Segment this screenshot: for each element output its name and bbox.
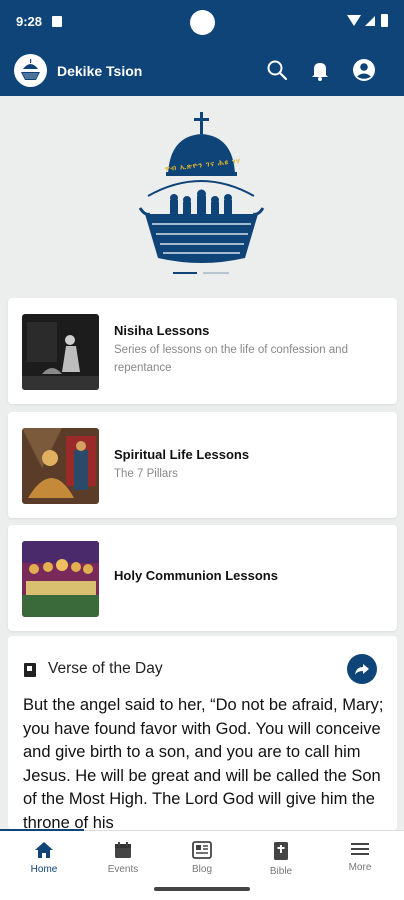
status-bar: 9:28 [0,0,404,44]
share-button[interactable] [347,654,377,684]
status-time: 9:28 [16,14,43,29]
nav-item-bible[interactable]: Bible [246,841,316,877]
share-icon [355,664,369,675]
lesson-title: Holy Communion Lessons [114,568,278,583]
church-logo-icon [14,54,47,87]
bible-icon [274,842,288,860]
lesson-subtitle: Series of lessons on the life of confess… [114,344,348,374]
lesson-card-spiritual[interactable]: Spiritual Life Lessons The 7 Pillars [8,412,397,518]
lesson-thumbnail [22,428,99,504]
nav-label: Blog [191,864,212,875]
wifi-icon [347,15,361,26]
status-icons [347,14,388,27]
lesson-card-holy-communion[interactable]: Holy Communion Lessons [8,525,397,631]
carousel-indicator [173,272,233,275]
hero-banner[interactable]: ዋብ ኢጽዮን ገና ሕዩ ገሃ [0,96,404,282]
sim-icon [52,16,62,27]
signal-icon [365,15,375,26]
lesson-title: Spiritual Life Lessons [114,447,250,462]
nav-item-more[interactable]: More [325,841,395,873]
app-logo[interactable] [14,54,47,87]
nav-item-events[interactable]: Events [88,841,158,875]
lesson-title: Nisiha Lessons [114,323,210,338]
search-icon[interactable] [264,57,290,83]
lesson-thumbnail [22,314,99,390]
nav-label: More [348,862,372,873]
verse-text: But the angel said to her, “Do not be af… [23,696,384,830]
lesson-subtitle: The 7 Pillars [114,468,178,480]
nav-label: Home [30,864,58,875]
gesture-home-bar[interactable] [154,887,250,891]
lesson-thumbnail [22,541,99,617]
nav-label: Bible [269,866,293,877]
blog-icon [192,841,212,859]
verse-of-the-day-card: Verse of the Day But the angel said to h… [8,636,397,830]
account-icon[interactable] [351,57,377,83]
home-icon [35,842,53,858]
lesson-card-nisiha[interactable]: Nisiha Lessons Series of lessons on the … [8,298,397,404]
nav-scroll-indicator [0,829,84,831]
church-ark-logo [138,112,265,263]
bell-icon[interactable] [307,57,333,83]
pager-dot-active [173,272,197,274]
app-bar: Dekike Tsion [0,44,404,96]
verse-title: Verse of the Day [48,660,163,677]
nav-item-blog[interactable]: Blog [167,841,237,875]
nav-item-home[interactable]: Home [9,841,79,875]
nav-label: Events [107,864,139,875]
camera-cutout [190,10,215,35]
bible-icon [24,663,36,677]
pager-dot [203,272,229,274]
app-title: Dekike Tsion [57,63,143,79]
battery-icon [381,14,388,27]
menu-icon [351,843,369,855]
calendar-icon [115,842,131,858]
